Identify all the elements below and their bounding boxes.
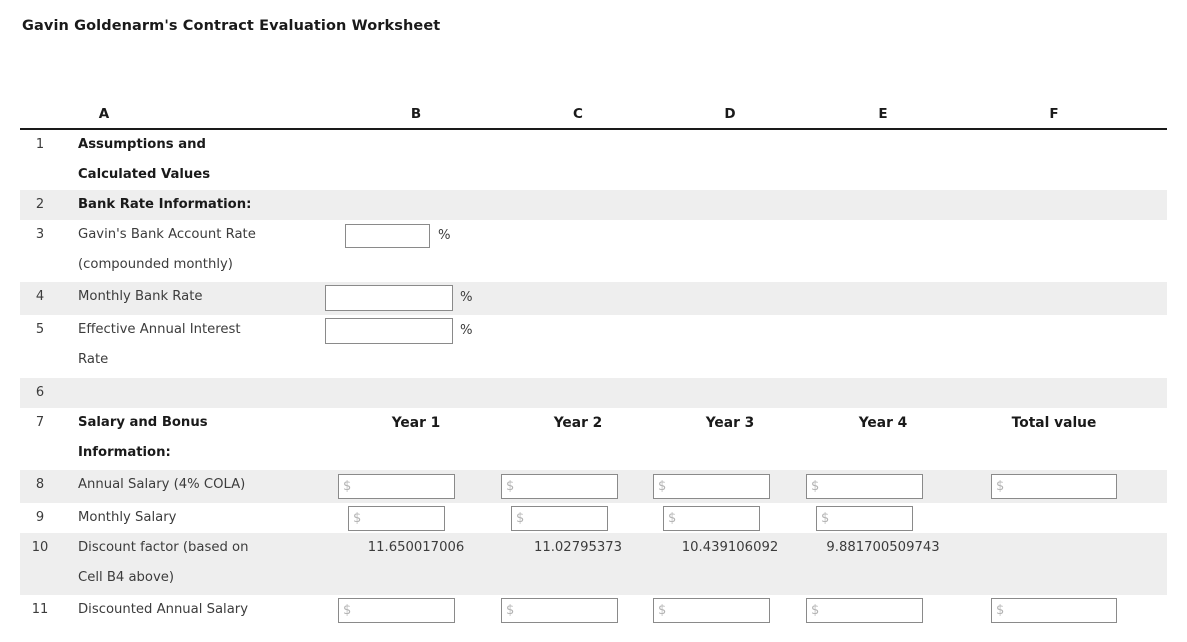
row-label: Monthly Bank Rate [78, 289, 203, 304]
discounted-annual-salary-year-2-input[interactable] [501, 598, 618, 623]
table-row: 7 Salary and Bonus Information: Year 1 Y… [20, 408, 1167, 470]
column-title-year-1: Year 1 [391, 415, 441, 431]
monthly-bank-rate-input[interactable] [325, 285, 453, 311]
table-row: 8 Annual Salary (4% COLA) [20, 470, 1167, 503]
discounted-annual-salary-year-1-input[interactable] [338, 598, 455, 623]
worksheet-page: Gavin Goldenarm's Contract Evaluation Wo… [0, 0, 1187, 642]
row-label-line2: Calculated Values [78, 167, 211, 182]
row-number: 6 [35, 385, 45, 400]
row-number: 8 [35, 477, 45, 492]
spreadsheet-grid: A B C D E F 1 Assumptions and Calculated… [0, 104, 1187, 628]
annual-salary-total-input[interactable] [991, 474, 1117, 499]
row-number: 11 [31, 602, 49, 617]
monthly-salary-year-1-input[interactable] [348, 506, 445, 531]
percent-symbol-b4: % [460, 290, 473, 305]
row-label: Discounted Annual Salary [78, 602, 249, 617]
row-label-line1: Assumptions and [78, 137, 206, 152]
table-row: 4 Monthly Bank Rate % [20, 282, 1167, 315]
row-number: 2 [35, 197, 45, 212]
table-row: 3 Gavin's Bank Account Rate (compounded … [20, 220, 1167, 282]
discount-factor-year-4: 9.881700509743 [826, 540, 940, 555]
column-header-f: F [1049, 106, 1059, 122]
row-label: Salary and Bonus Information: [78, 408, 328, 468]
row-label-line2: Information: [78, 445, 171, 460]
column-header-d: D [724, 106, 736, 122]
table-row: 10 Discount factor (based on Cell B4 abo… [20, 533, 1167, 595]
table-row: 9 Monthly Salary [20, 503, 1167, 533]
table-row: 6 [20, 378, 1167, 408]
row-label-line1: Salary and Bonus [78, 415, 208, 430]
monthly-salary-year-3-input[interactable] [663, 506, 760, 531]
table-row: 2 Bank Rate Information: [20, 190, 1167, 220]
column-header-c: C [573, 106, 583, 122]
monthly-salary-year-2-input[interactable] [511, 506, 608, 531]
discounted-annual-salary-year-4-input[interactable] [806, 598, 923, 623]
column-header-row: A B C D E F [20, 104, 1167, 130]
monthly-salary-year-4-input[interactable] [816, 506, 913, 531]
column-header-e: E [878, 106, 888, 122]
column-header-a: A [98, 106, 110, 122]
percent-symbol-b5: % [460, 323, 473, 338]
row-label-line1: Gavin's Bank Account Rate [78, 227, 256, 242]
effective-annual-rate-input[interactable] [325, 318, 453, 344]
column-title-year-2: Year 2 [553, 415, 603, 431]
row-label-line1: Discount factor (based on [78, 540, 249, 555]
row-number: 4 [35, 289, 45, 304]
discount-factor-year-3: 10.439106092 [681, 540, 779, 555]
page-title: Gavin Goldenarm's Contract Evaluation Wo… [22, 18, 441, 34]
discount-factor-year-1: 11.650017006 [367, 540, 465, 555]
row-label: Discount factor (based on Cell B4 above) [78, 533, 328, 593]
row-number: 9 [35, 510, 45, 525]
percent-symbol-b3: % [438, 228, 451, 243]
row-label-line2: Rate [78, 352, 109, 367]
annual-salary-year-2-input[interactable] [501, 474, 618, 499]
row-label: Annual Salary (4% COLA) [78, 477, 246, 492]
bank-account-rate-input[interactable] [345, 224, 430, 248]
row-number: 5 [35, 322, 45, 337]
annual-salary-year-4-input[interactable] [806, 474, 923, 499]
row-label: Effective Annual Interest Rate [78, 315, 328, 375]
discount-factor-year-2: 11.02795373 [533, 540, 623, 555]
discounted-annual-salary-total-input[interactable] [991, 598, 1117, 623]
row-label: Bank Rate Information: [78, 197, 252, 212]
table-row: 11 Discounted Annual Salary [20, 595, 1167, 628]
column-title-year-3: Year 3 [705, 415, 755, 431]
column-title-total-value: Total value [1011, 415, 1097, 431]
column-header-b: B [410, 106, 422, 122]
row-label-line2: (compounded monthly) [78, 257, 233, 272]
row-number: 1 [35, 137, 45, 152]
row-label-line2: Cell B4 above) [78, 570, 175, 585]
annual-salary-year-3-input[interactable] [653, 474, 770, 499]
row-label: Assumptions and Calculated Values [78, 130, 328, 190]
row-label: Gavin's Bank Account Rate (compounded mo… [78, 220, 328, 280]
row-number: 7 [35, 415, 45, 430]
annual-salary-year-1-input[interactable] [338, 474, 455, 499]
discounted-annual-salary-year-3-input[interactable] [653, 598, 770, 623]
row-label: Monthly Salary [78, 510, 177, 525]
table-row: 1 Assumptions and Calculated Values [20, 130, 1167, 190]
row-number: 10 [31, 540, 49, 555]
column-title-year-4: Year 4 [858, 415, 908, 431]
row-number: 3 [35, 227, 45, 242]
table-row: 5 Effective Annual Interest Rate % [20, 315, 1167, 378]
row-label-line1: Effective Annual Interest [78, 322, 241, 337]
